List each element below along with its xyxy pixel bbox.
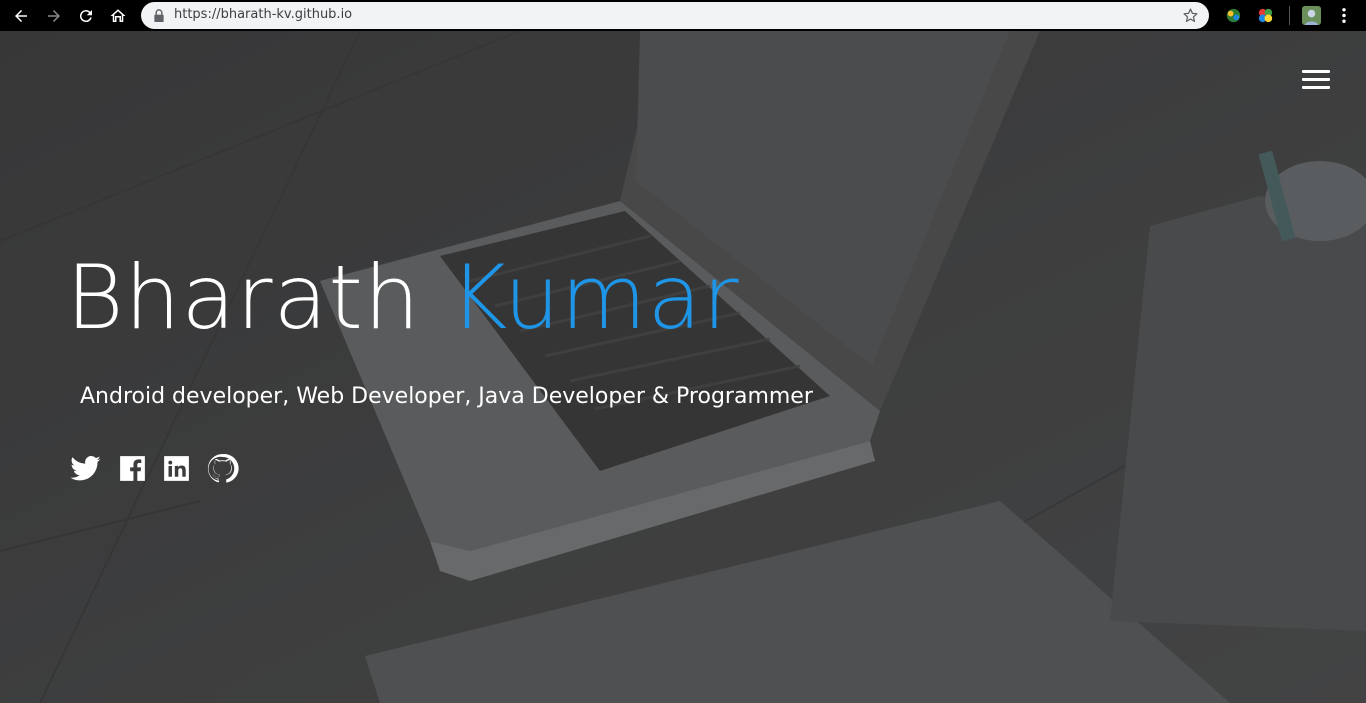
twitter-icon[interactable]: [69, 452, 102, 485]
back-icon[interactable]: [9, 4, 33, 28]
lock-icon: [154, 9, 164, 22]
hero-title: Bharath Kumar: [66, 254, 740, 342]
first-name: Bharath: [66, 246, 421, 349]
url-text[interactable]: https://bharath-kv.github.io: [174, 7, 352, 22]
reload-icon[interactable]: [74, 4, 98, 28]
last-name: Kumar: [449, 246, 740, 349]
facebook-icon[interactable]: [116, 452, 149, 485]
browser-toolbar: https://bharath-kv.github.io: [0, 0, 1366, 31]
extension-icon[interactable]: [1256, 6, 1275, 25]
hamburger-icon[interactable]: [1300, 67, 1332, 91]
hero-tagline: Android developer, Web Developer, Java D…: [80, 384, 813, 409]
hero-overlay: [0, 31, 1366, 703]
address-bar[interactable]: https://bharath-kv.github.io: [141, 2, 1209, 29]
github-icon[interactable]: [206, 452, 239, 485]
profile-avatar[interactable]: [1302, 6, 1321, 25]
linkedin-icon[interactable]: [160, 452, 193, 485]
toolbar-separator: [1289, 6, 1290, 25]
hero-section: Bharath Kumar Android developer, Web Dev…: [0, 31, 1366, 703]
star-icon[interactable]: [1182, 7, 1199, 24]
home-icon[interactable]: [106, 4, 130, 28]
forward-icon[interactable]: [42, 4, 66, 28]
menu-kebab-icon[interactable]: [1336, 6, 1352, 25]
extension-icon[interactable]: [1224, 6, 1243, 25]
